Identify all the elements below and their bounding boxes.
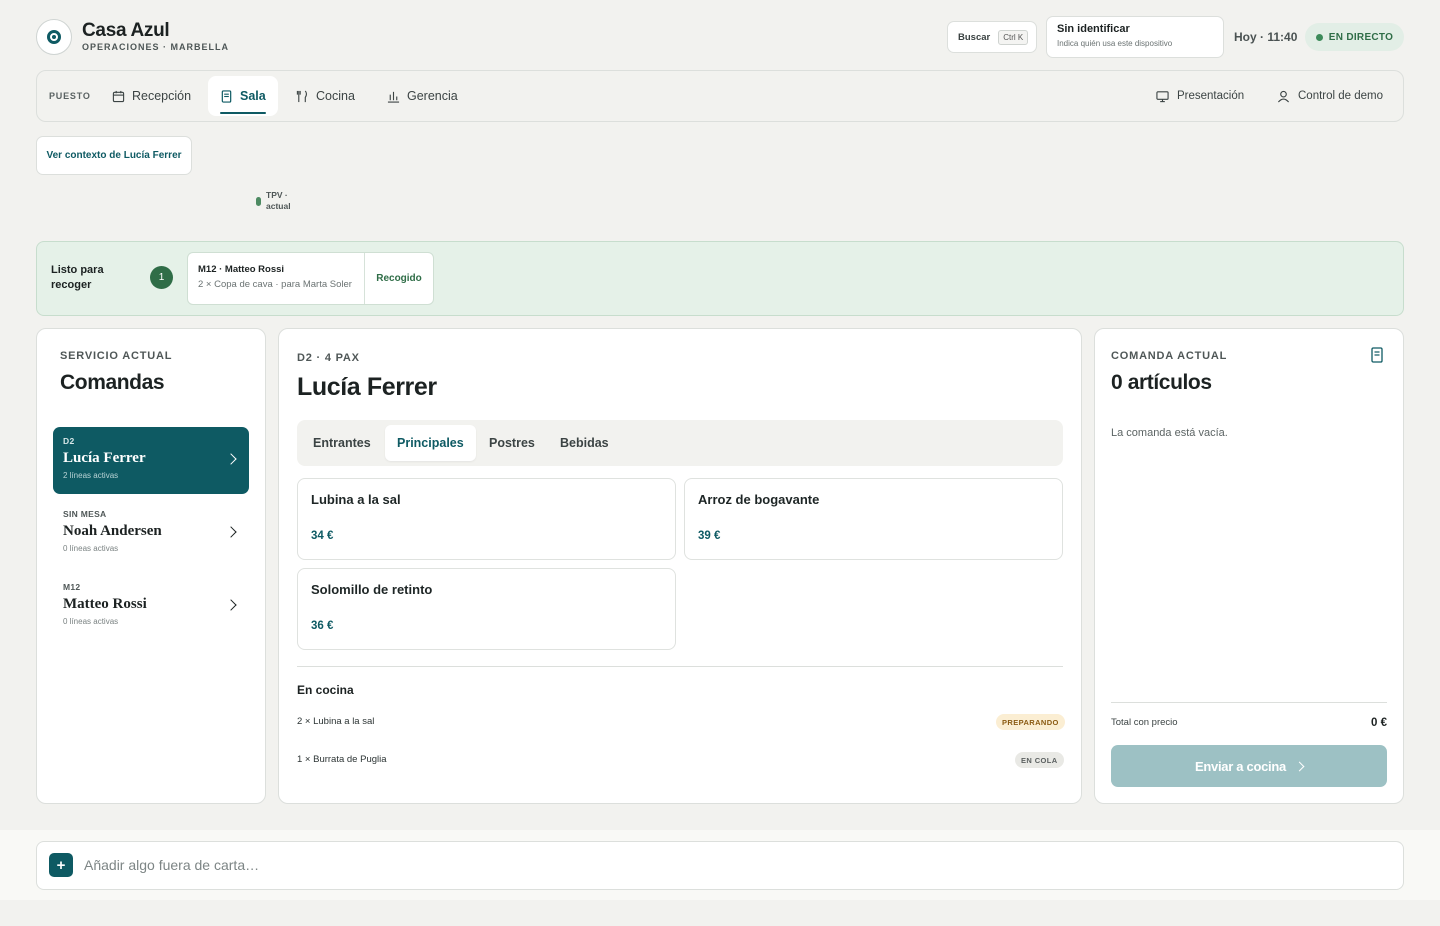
dish-name: Solomillo de retinto	[311, 582, 433, 597]
current-title: 0 artículos	[1111, 371, 1212, 394]
identity-hint: Indica quién usa este dispositivo	[1057, 39, 1173, 48]
order-table: D2	[63, 436, 75, 446]
order-name: Noah Andersen	[63, 523, 162, 539]
bar-chart-icon	[387, 91, 400, 103]
order-item-lucia-ferrer[interactable]: D2 Lucía Ferrer 2 líneas activas	[53, 427, 249, 494]
order-item-matteo-rossi[interactable]: M12 Matteo Rossi 0 líneas activas	[53, 573, 249, 640]
status-badge: EN COLA	[1015, 752, 1064, 768]
send-label: Enviar a cocina	[1195, 758, 1286, 774]
dish-card-lubina[interactable]: Lubina a la sal 34 €	[297, 478, 676, 560]
search-label: Buscar	[958, 31, 991, 43]
tab-label: Cocina	[316, 89, 355, 103]
dish-card-arroz[interactable]: Arroz de bogavante 39 €	[684, 478, 1063, 560]
demo-control-button[interactable]: Control de demo	[1277, 76, 1383, 116]
tab-principales[interactable]: Principales	[385, 425, 476, 461]
current-time: Hoy · 11:40	[1234, 30, 1298, 44]
tab-cocina[interactable]: Cocina	[284, 76, 367, 116]
tab-gerencia[interactable]: Gerencia	[375, 76, 470, 116]
custom-item-input[interactable]	[84, 850, 1384, 880]
search-button[interactable]: Buscar Ctrl K	[947, 21, 1037, 53]
dish-price: 36 €	[311, 620, 334, 632]
detail-eyebrow: D2 · 4 PAX	[297, 352, 360, 364]
dish-name: Lubina a la sal	[311, 492, 401, 507]
brand-name: Casa Azul	[82, 20, 170, 41]
tpv-dot-icon	[256, 196, 261, 206]
empty-state: La comanda está vacía.	[1111, 427, 1228, 439]
receipt-icon	[1371, 347, 1383, 363]
dish-name: Arroz de bogavante	[698, 492, 820, 507]
identify-user-button[interactable]: Sin identificar Indica quién usa este di…	[1046, 16, 1224, 58]
tab-label: Sala	[240, 89, 266, 103]
dish-price: 34 €	[311, 530, 334, 542]
order-lines: 0 líneas activas	[63, 617, 119, 626]
current-eyebrow: COMANDA ACTUAL	[1111, 350, 1228, 362]
live-dot-icon	[1315, 33, 1323, 41]
receipt-icon	[221, 89, 232, 103]
current-order-panel	[1094, 328, 1404, 804]
demo-control-label: Control de demo	[1298, 90, 1384, 102]
user-icon	[1277, 90, 1290, 102]
monitor-icon	[1156, 90, 1169, 102]
total-label: Total con precio	[1111, 717, 1178, 728]
view-context-button[interactable]: Ver contexto de Lucía Ferrer	[36, 136, 192, 175]
chevron-right-icon	[1294, 761, 1305, 771]
order-item-noah-andersen[interactable]: SIN MESA Noah Andersen 0 líneas activas	[53, 500, 249, 567]
tpv-sub: actual	[266, 201, 291, 211]
brand-subtitle: OPERACIONES · MARBELLA	[82, 42, 230, 52]
calendar-icon	[112, 90, 125, 102]
order-lines: 0 líneas activas	[63, 544, 119, 553]
order-name: Lucía Ferrer	[63, 450, 146, 466]
station-label: PUESTO	[49, 91, 91, 101]
divider	[1111, 702, 1387, 703]
identity-title: Sin identificar	[1057, 23, 1130, 35]
kitchen-line: 1 × Burrata de Puglia	[297, 754, 387, 765]
brand-logo	[36, 19, 72, 55]
send-to-kitchen-button[interactable]: Enviar a cocina	[1111, 745, 1387, 787]
orders-eyebrow: SERVICIO ACTUAL	[60, 350, 173, 362]
utensils-icon	[296, 90, 308, 102]
tab-recepcion[interactable]: Recepción	[100, 76, 203, 116]
detail-title: Lucía Ferrer	[297, 373, 437, 401]
tab-postres[interactable]: Postres	[477, 425, 547, 461]
order-table: M12	[63, 582, 81, 592]
dish-price: 39 €	[698, 530, 721, 542]
dish-card-solomillo[interactable]: Solomillo de retinto 36 €	[297, 568, 676, 650]
live-badge: EN DIRECTO	[1305, 23, 1404, 51]
tab-bebidas[interactable]: Bebidas	[548, 425, 621, 461]
total-value: 0 €	[1371, 717, 1387, 729]
picked-up-button[interactable]: Recogido	[365, 253, 433, 304]
tab-entrantes[interactable]: Entrantes	[301, 425, 383, 461]
orders-title: Comandas	[60, 371, 165, 394]
tpv-indicator: TPV · actual	[256, 190, 291, 212]
tab-sala[interactable]: Sala	[208, 76, 278, 116]
order-table: SIN MESA	[63, 509, 107, 519]
presentation-label: Presentación	[1177, 90, 1245, 102]
order-name: Matteo Rossi	[63, 596, 147, 612]
kitchen-line: 2 × Lubina a la sal	[297, 716, 375, 727]
status-badge: PREPARANDO	[996, 714, 1065, 730]
live-label: EN DIRECTO	[1328, 31, 1394, 43]
ready-item-title: M12 · Matteo Rossi	[198, 264, 285, 275]
tab-label: Gerencia	[407, 89, 458, 103]
order-lines: 2 líneas activas	[63, 471, 119, 480]
tpv-label: TPV ·	[266, 190, 288, 200]
add-custom-item-button[interactable]: +	[49, 853, 73, 877]
ready-item: M12 · Matteo Rossi 2 × Copa de cava · pa…	[187, 252, 434, 305]
ready-item-detail: 2 × Copa de cava · para Marta Soler	[198, 279, 352, 290]
tab-label: Recepción	[132, 89, 192, 103]
ready-title: Listo para recoger	[51, 264, 104, 291]
ready-count-badge: 1	[150, 266, 173, 289]
kitchen-title: En cocina	[297, 683, 354, 697]
divider	[297, 666, 1063, 667]
presentation-button[interactable]: Presentación	[1156, 76, 1244, 116]
search-shortcut: Ctrl K	[998, 29, 1029, 45]
